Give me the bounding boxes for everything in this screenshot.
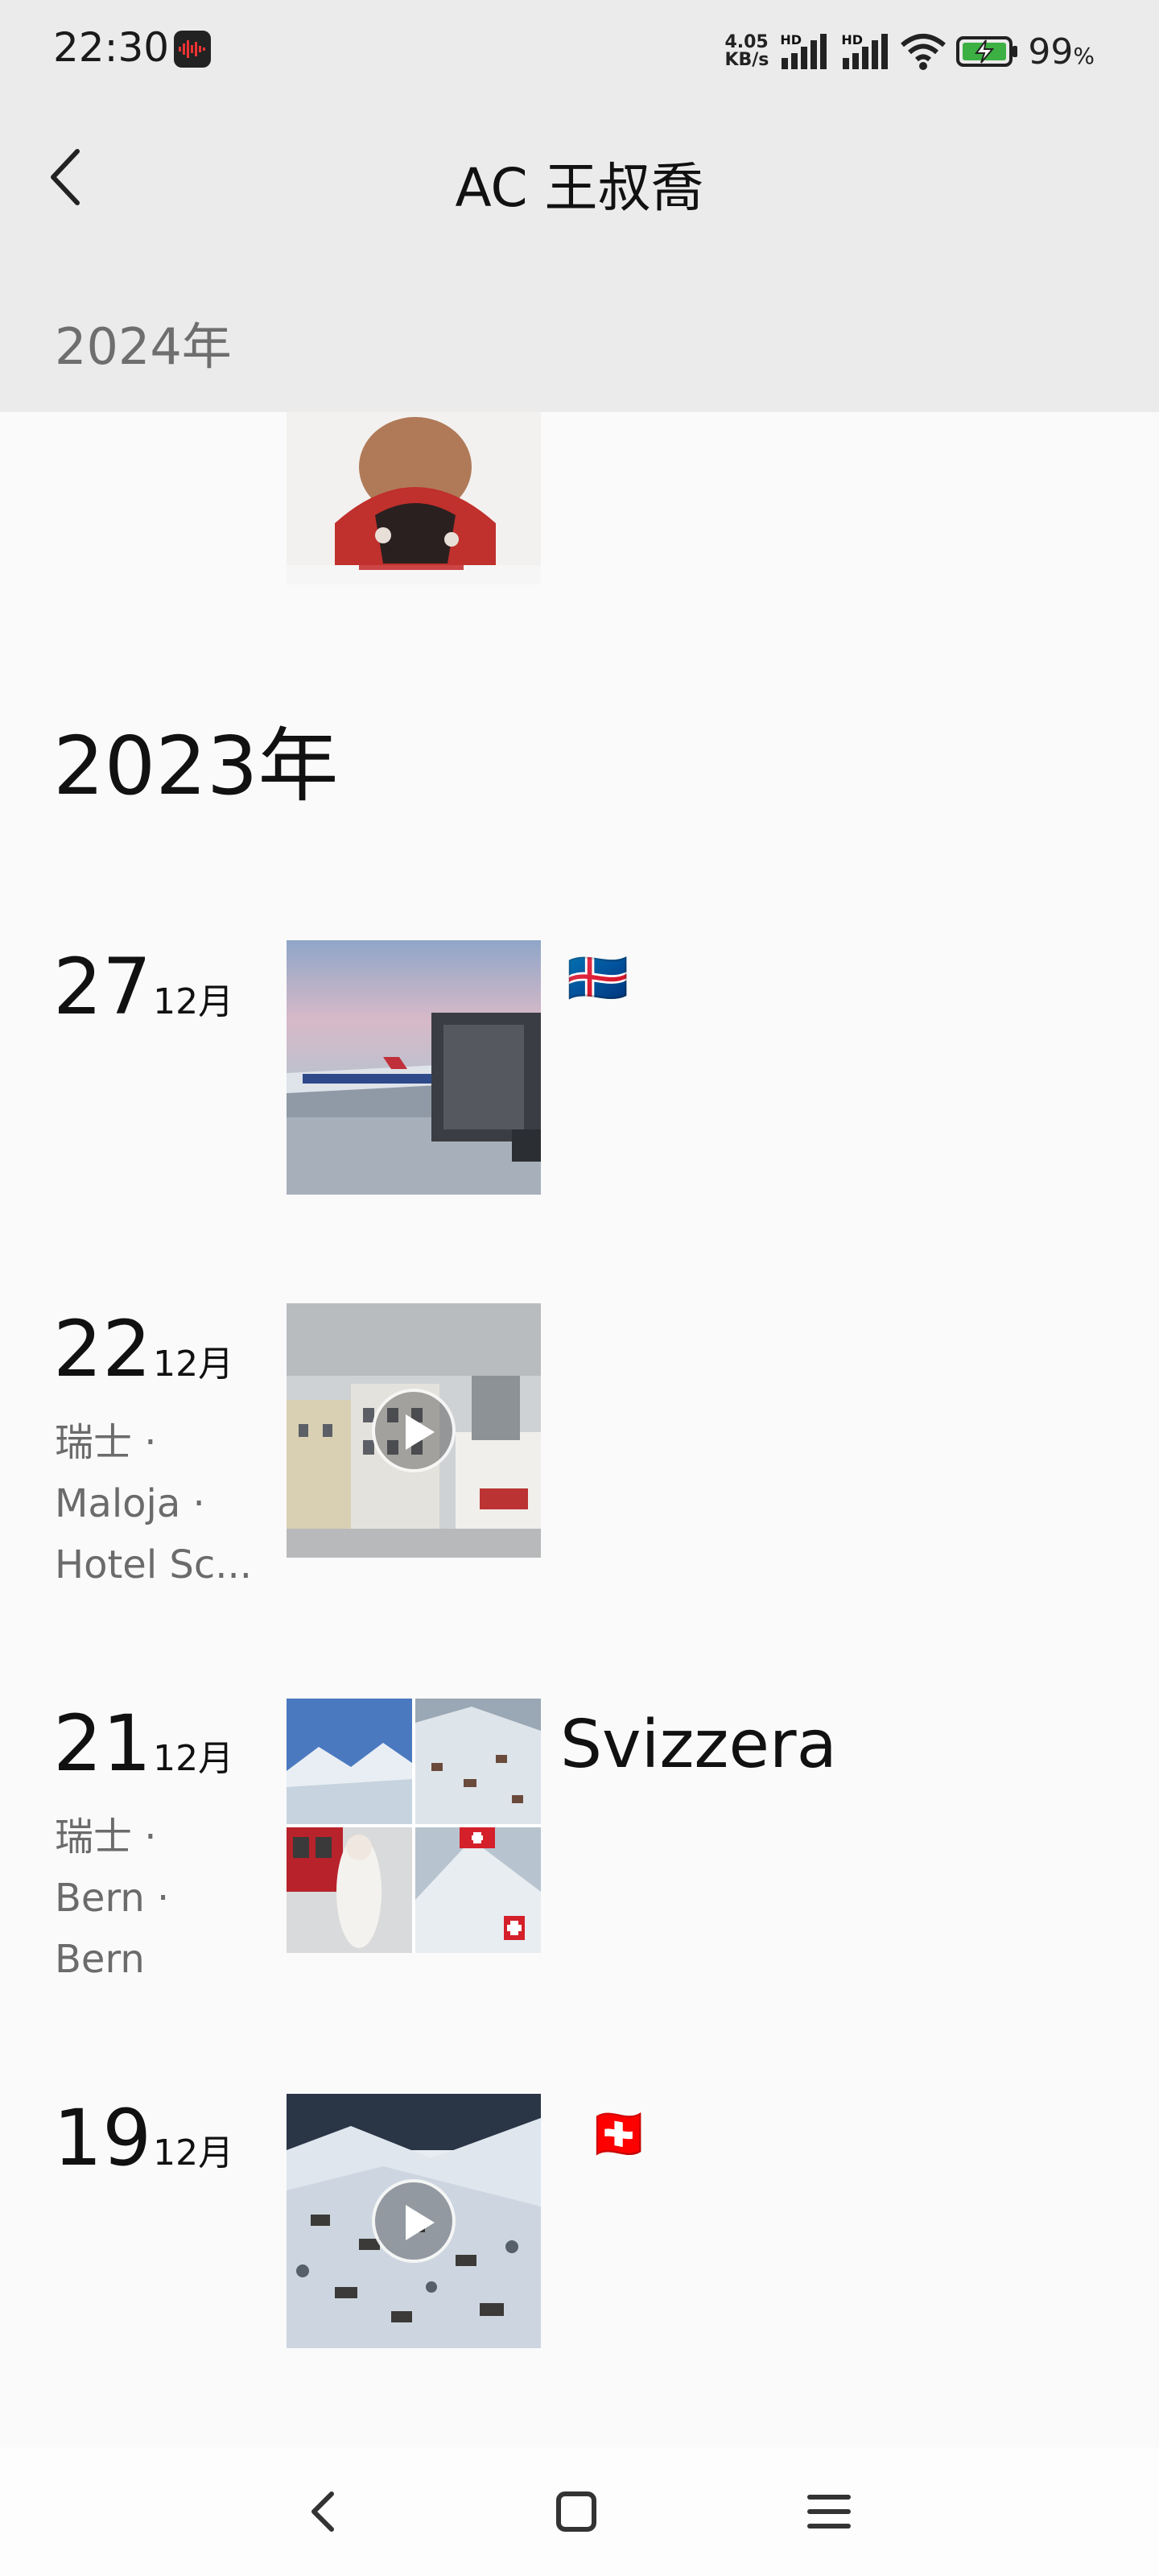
- entry-month: 12月: [153, 1738, 234, 1779]
- entry-date: 2712月: [53, 942, 233, 1032]
- entry-location-3: Bern: [55, 1937, 145, 1982]
- sticky-year-label: 2024年: [55, 317, 232, 376]
- status-bar: 22:30 4.05 KB/s HD HD 99%: [0, 0, 1159, 103]
- nav-back-icon: [311, 2491, 334, 2532]
- entry-caption: 🇨🇭: [588, 2104, 650, 2163]
- battery-charging-icon: [956, 36, 1018, 67]
- nav-menu-button[interactable]: [797, 2479, 861, 2544]
- entry-day: 21: [53, 1699, 152, 1789]
- status-time: 22:30: [53, 24, 170, 71]
- network-speed: 4.05 KB/s: [724, 34, 769, 69]
- entry-location-2: Bern ·: [55, 1876, 170, 1921]
- entry-date: 2212月: [53, 1304, 233, 1394]
- app-header: 22:30 4.05 KB/s HD HD 99% AC 王叔喬 2024年: [0, 0, 1159, 412]
- page-title: AC 王叔喬: [455, 157, 704, 219]
- network-speed-unit: KB/s: [724, 50, 769, 70]
- battery-value: 99: [1028, 31, 1074, 72]
- nav-home-icon: [556, 2491, 596, 2532]
- status-icons: 4.05 KB/s HD HD 99%: [724, 29, 1095, 74]
- signal-strength-icon: HD: [777, 32, 830, 71]
- entry-day: 19: [53, 2093, 152, 2183]
- entry-location-1: 瑞士 ·: [55, 1420, 157, 1465]
- photo-thumbnail[interactable]: [287, 940, 541, 1195]
- video-thumbnail[interactable]: [287, 1303, 541, 1558]
- entry-date: 2112月: [53, 1699, 233, 1789]
- signal-strength-icon: HD: [838, 32, 891, 71]
- wifi-icon: [901, 34, 947, 70]
- entry-caption: 🇮🇸: [567, 948, 629, 1007]
- entry-day: 22: [53, 1304, 152, 1394]
- entry-month: 12月: [153, 1344, 234, 1385]
- entry-day: 27: [53, 942, 152, 1032]
- nav-home-button[interactable]: [544, 2479, 608, 2544]
- entry-date: 1912月: [53, 2093, 233, 2183]
- photo-grid-thumbnail[interactable]: [287, 1699, 541, 1953]
- video-thumbnail[interactable]: [287, 2094, 541, 2348]
- battery-unit: %: [1073, 42, 1095, 69]
- sound-recorder-icon: [174, 31, 211, 68]
- entry-month: 12月: [153, 2132, 234, 2174]
- battery-percentage: 99%: [1028, 31, 1095, 72]
- entry-location-1: 瑞士 ·: [55, 1814, 157, 1860]
- play-icon: [372, 2179, 456, 2263]
- play-icon: [372, 1389, 456, 1472]
- navigation-bar: AC 王叔喬: [0, 121, 1159, 233]
- entry-month: 12月: [153, 981, 234, 1022]
- entry-location-2: Maloja ·: [55, 1481, 205, 1526]
- year-heading: 2023年: [53, 719, 339, 813]
- entry-location-3: Hotel Sc...: [55, 1542, 253, 1587]
- nav-back-button[interactable]: [291, 2479, 356, 2544]
- system-navigation-bar: [0, 2447, 1159, 2576]
- nav-menu-icon: [807, 2495, 851, 2529]
- network-speed-value: 4.05: [724, 32, 769, 52]
- entry-caption: Svizzera: [560, 1707, 837, 1783]
